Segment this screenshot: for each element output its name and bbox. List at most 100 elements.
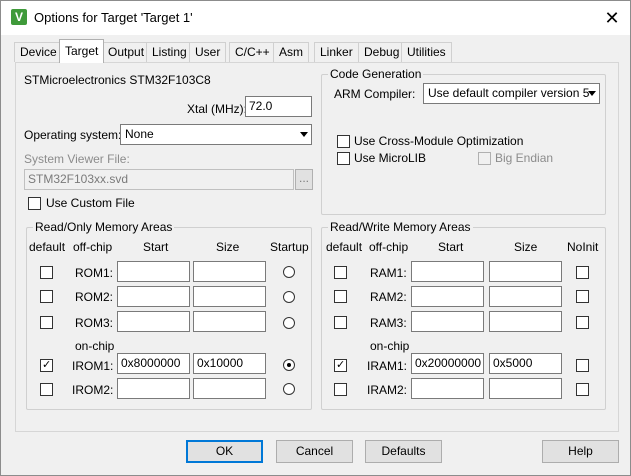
rom-onchip-label: on-chip — [75, 339, 115, 353]
rom1-size-input[interactable] — [193, 261, 266, 282]
tab-target[interactable]: Target — [59, 39, 105, 63]
svd-file-field[interactable]: STM32F103xx.svd — [24, 169, 294, 190]
irom1-label: IROM1: — [72, 359, 114, 373]
ram3-size-input[interactable] — [489, 311, 562, 332]
device-name: STMicroelectronics STM32F103C8 — [24, 73, 211, 87]
ram2-size-input[interactable] — [489, 286, 562, 307]
big-endian-checkbox[interactable] — [478, 152, 491, 165]
readwrite-memory-title: Read/Write Memory Areas — [328, 220, 473, 234]
irom2-startup-radio[interactable] — [283, 383, 295, 395]
tab-device[interactable]: Device — [14, 42, 63, 62]
irom1-default-checkbox[interactable] — [40, 359, 53, 372]
tab-linker[interactable]: Linker — [314, 42, 359, 62]
window-title: Options for Target 'Target 1' — [34, 10, 193, 25]
iram1-default-checkbox[interactable] — [334, 359, 347, 372]
irom2-size-input[interactable] — [193, 378, 266, 399]
irom1-startup-radio[interactable] — [283, 359, 295, 371]
rom1-default-checkbox[interactable] — [40, 266, 53, 279]
irom2-default-checkbox[interactable] — [40, 383, 53, 396]
code-generation-title: Code Generation — [328, 67, 424, 81]
irom1-size-input[interactable]: 0x10000 — [193, 353, 266, 374]
ram2-noinit-checkbox[interactable] — [576, 290, 589, 303]
rom-header-start: Start — [143, 240, 169, 254]
ram1-noinit-checkbox[interactable] — [576, 266, 589, 279]
iram2-default-checkbox[interactable] — [334, 383, 347, 396]
keil-app-icon: V — [11, 9, 27, 25]
ram3-label: RAM3: — [370, 316, 407, 330]
ram1-start-input[interactable] — [411, 261, 484, 282]
ram-header-default: default — [326, 240, 363, 254]
ram2-label: RAM2: — [370, 290, 407, 304]
cancel-button[interactable]: Cancel — [276, 440, 353, 463]
iram1-noinit-checkbox[interactable] — [576, 359, 589, 372]
os-label: Operating system: — [24, 128, 122, 142]
irom2-start-input[interactable] — [117, 378, 190, 399]
cross-module-optimization-label: Use Cross-Module Optimization — [354, 134, 524, 148]
title-bar: V Options for Target 'Target 1' ✕ — [1, 1, 630, 35]
ram-header-size: Size — [514, 240, 538, 254]
rom3-startup-radio[interactable] — [283, 317, 295, 329]
ram1-default-checkbox[interactable] — [334, 266, 347, 279]
rom2-startup-radio[interactable] — [283, 291, 295, 303]
rom2-size-input[interactable] — [193, 286, 266, 307]
ram3-start-input[interactable] — [411, 311, 484, 332]
rom3-size-input[interactable] — [193, 311, 266, 332]
ram3-noinit-checkbox[interactable] — [576, 316, 589, 329]
arm-compiler-label: ARM Compiler: — [334, 87, 416, 101]
iram1-label: IRAM1: — [367, 359, 408, 373]
iram2-noinit-checkbox[interactable] — [576, 383, 589, 396]
rom-header-default: default — [29, 240, 66, 254]
arm-compiler-select[interactable]: Use default compiler version 5 — [423, 83, 600, 104]
rom2-label: ROM2: — [75, 290, 114, 304]
tab-utilities[interactable]: Utilities — [401, 42, 452, 62]
tab-asm[interactable]: Asm — [273, 42, 309, 62]
iram1-start-input[interactable]: 0x20000000 — [411, 353, 484, 374]
rom3-start-input[interactable] — [117, 311, 190, 332]
ram3-default-checkbox[interactable] — [334, 316, 347, 329]
tab-user[interactable]: User — [189, 42, 227, 62]
tab-listing[interactable]: Listing — [146, 42, 193, 62]
cross-module-optimization-checkbox[interactable] — [337, 135, 350, 148]
rom-header-offchip: off-chip — [73, 240, 113, 254]
help-button[interactable]: Help — [542, 440, 619, 463]
iram2-label: IRAM2: — [367, 383, 408, 397]
tab-output[interactable]: Output — [102, 42, 151, 62]
chevron-down-icon — [300, 132, 308, 137]
ok-button[interactable]: OK — [186, 440, 263, 463]
rom1-startup-radio[interactable] — [283, 266, 295, 278]
iram2-size-input[interactable] — [489, 378, 562, 399]
rom2-start-input[interactable] — [117, 286, 190, 307]
defaults-button[interactable]: Defaults — [365, 440, 442, 463]
xtal-input[interactable]: 72.0 — [245, 96, 312, 117]
ram2-default-checkbox[interactable] — [334, 290, 347, 303]
close-icon[interactable]: ✕ — [601, 7, 623, 29]
irom2-label: IROM2: — [72, 383, 114, 397]
svd-browse-button[interactable]: ... — [295, 169, 313, 190]
tab-debug[interactable]: Debug — [358, 42, 406, 62]
ram1-size-input[interactable] — [489, 261, 562, 282]
rom2-default-checkbox[interactable] — [40, 290, 53, 303]
big-endian-label: Big Endian — [495, 151, 554, 165]
rom-header-size: Size — [216, 240, 240, 254]
options-dialog: V Options for Target 'Target 1' ✕ Device… — [0, 0, 631, 476]
chevron-down-icon — [588, 91, 596, 96]
rom1-label: ROM1: — [75, 266, 114, 280]
use-custom-file-label: Use Custom File — [46, 196, 135, 210]
irom1-start-input[interactable]: 0x8000000 — [117, 353, 190, 374]
ram-header-start: Start — [438, 240, 464, 254]
rom-header-startup: Startup — [270, 240, 309, 254]
use-microlib-label: Use MicroLIB — [354, 151, 427, 165]
arm-compiler-value: Use default compiler version 5 — [428, 86, 590, 100]
rom1-start-input[interactable] — [117, 261, 190, 282]
tab-cpp[interactable]: C/C++ — [229, 42, 276, 62]
os-select-value: None — [125, 127, 154, 141]
ram-header-noinit: NoInit — [567, 240, 599, 254]
use-custom-file-checkbox[interactable] — [28, 197, 41, 210]
os-select[interactable]: None — [120, 124, 312, 145]
iram2-start-input[interactable] — [411, 378, 484, 399]
svd-label: System Viewer File: — [24, 152, 130, 166]
use-microlib-checkbox[interactable] — [337, 152, 350, 165]
rom3-default-checkbox[interactable] — [40, 316, 53, 329]
ram2-start-input[interactable] — [411, 286, 484, 307]
iram1-size-input[interactable]: 0x5000 — [489, 353, 562, 374]
